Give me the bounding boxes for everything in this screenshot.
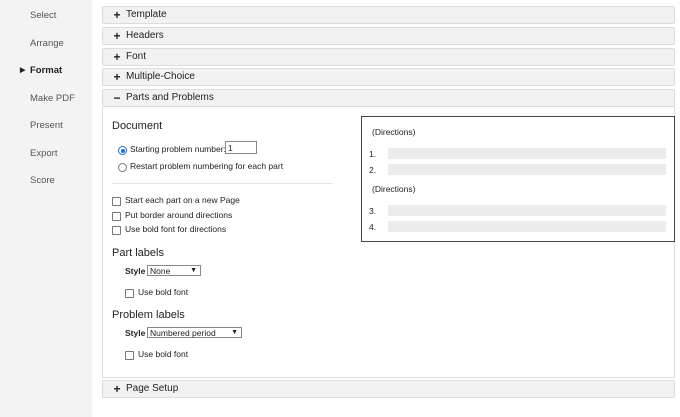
section-title: Multiple-Choice <box>126 71 195 82</box>
minus-icon: − <box>113 91 121 105</box>
problem-bold-checkbox[interactable] <box>125 351 134 360</box>
problem-style-select[interactable]: Numbered period ▼ <box>147 327 242 338</box>
play-arrow-icon: ▶ <box>20 67 26 74</box>
section-title: Page Setup <box>126 383 179 394</box>
sidebar-item-select[interactable]: Select <box>0 7 92 25</box>
new-page-label: Start each part on a new Page <box>125 195 240 205</box>
bold-directions-checkbox[interactable] <box>112 226 121 235</box>
chevron-down-icon: ▼ <box>190 267 197 274</box>
sidebar-item-label: Select <box>30 10 57 21</box>
plus-icon: + <box>113 70 121 84</box>
section-page-setup-header[interactable]: + Page Setup <box>102 380 675 398</box>
problem-bold-label: Use bold font <box>138 349 189 359</box>
main-content: + Template + Headers + Font + Multiple-C… <box>92 0 680 417</box>
border-directions-checkbox[interactable] <box>112 212 121 221</box>
preview-problem-bar <box>388 148 666 159</box>
divider <box>112 183 332 184</box>
sidebar-item-present[interactable]: Present <box>0 117 92 135</box>
section-headers-header[interactable]: + Headers <box>102 27 675 45</box>
format-preview: (Directions) 1. 2. (Directions) 3. 4. <box>361 116 675 242</box>
part-labels-heading: Part labels <box>112 247 164 259</box>
section-parts-problems-header[interactable]: − Parts and Problems <box>102 89 675 107</box>
preview-directions-2: (Directions) <box>372 184 416 194</box>
section-title: Headers <box>126 30 164 41</box>
section-title: Font <box>126 51 147 62</box>
sidebar-item-arrange[interactable]: Arrange <box>0 35 92 53</box>
part-bold-checkbox[interactable] <box>125 289 134 298</box>
starting-number-radio[interactable] <box>118 146 127 155</box>
part-style-value: None <box>150 266 171 276</box>
sidebar-item-label: Present <box>30 120 63 131</box>
sidebar-item-label: Format <box>30 65 63 76</box>
preview-problem-bar <box>388 221 666 232</box>
preview-number-2: 2. <box>369 165 377 175</box>
restart-numbering-label: Restart problem numbering for each part <box>130 161 284 171</box>
plus-icon: + <box>113 382 121 396</box>
preview-number-1: 1. <box>369 149 377 159</box>
starting-number-input[interactable]: 1 <box>225 141 257 154</box>
sidebar-item-label: Arrange <box>30 38 64 49</box>
section-template-header[interactable]: + Template <box>102 6 675 24</box>
preview-number-3: 3. <box>369 206 377 216</box>
restart-numbering-radio[interactable] <box>118 163 127 172</box>
part-bold-label: Use bold font <box>138 287 189 297</box>
preview-problem-bar <box>388 164 666 175</box>
part-style-label: Style <box>125 266 146 276</box>
part-style-select[interactable]: None ▼ <box>147 265 201 276</box>
section-multiple-choice-header[interactable]: + Multiple-Choice <box>102 68 675 86</box>
section-font-header[interactable]: + Font <box>102 48 675 66</box>
sidebar-item-score[interactable]: Score <box>0 172 92 190</box>
parts-problems-panel: Document Starting problem number: 1 Rest… <box>102 107 675 378</box>
preview-directions-1: (Directions) <box>372 127 416 137</box>
document-heading: Document <box>112 120 163 132</box>
sidebar-item-label: Score <box>30 175 55 186</box>
sidebar-item-export[interactable]: Export <box>0 145 92 163</box>
bold-directions-label: Use bold font for directions <box>125 224 227 234</box>
preview-problem-bar <box>388 205 666 216</box>
starting-number-label: Starting problem number: <box>130 144 226 154</box>
chevron-down-icon: ▼ <box>231 329 238 336</box>
section-title: Template <box>126 9 167 20</box>
plus-icon: + <box>113 29 121 43</box>
sidebar-item-label: Make PDF <box>30 93 75 104</box>
preview-number-4: 4. <box>369 222 377 232</box>
problem-style-label: Style <box>125 328 146 338</box>
border-directions-label: Put border around directions <box>125 210 233 220</box>
new-page-checkbox[interactable] <box>112 197 121 206</box>
sidebar: Select Arrange ▶ Format Make PDF Present … <box>0 0 92 417</box>
sidebar-item-make-pdf[interactable]: Make PDF <box>0 90 92 108</box>
plus-icon: + <box>113 8 121 22</box>
sidebar-item-label: Export <box>30 148 58 159</box>
sidebar-item-format[interactable]: ▶ Format <box>0 62 92 80</box>
plus-icon: + <box>113 50 121 64</box>
problem-labels-heading: Problem labels <box>112 309 185 321</box>
problem-style-value: Numbered period <box>150 328 216 338</box>
section-title: Parts and Problems <box>126 92 214 103</box>
